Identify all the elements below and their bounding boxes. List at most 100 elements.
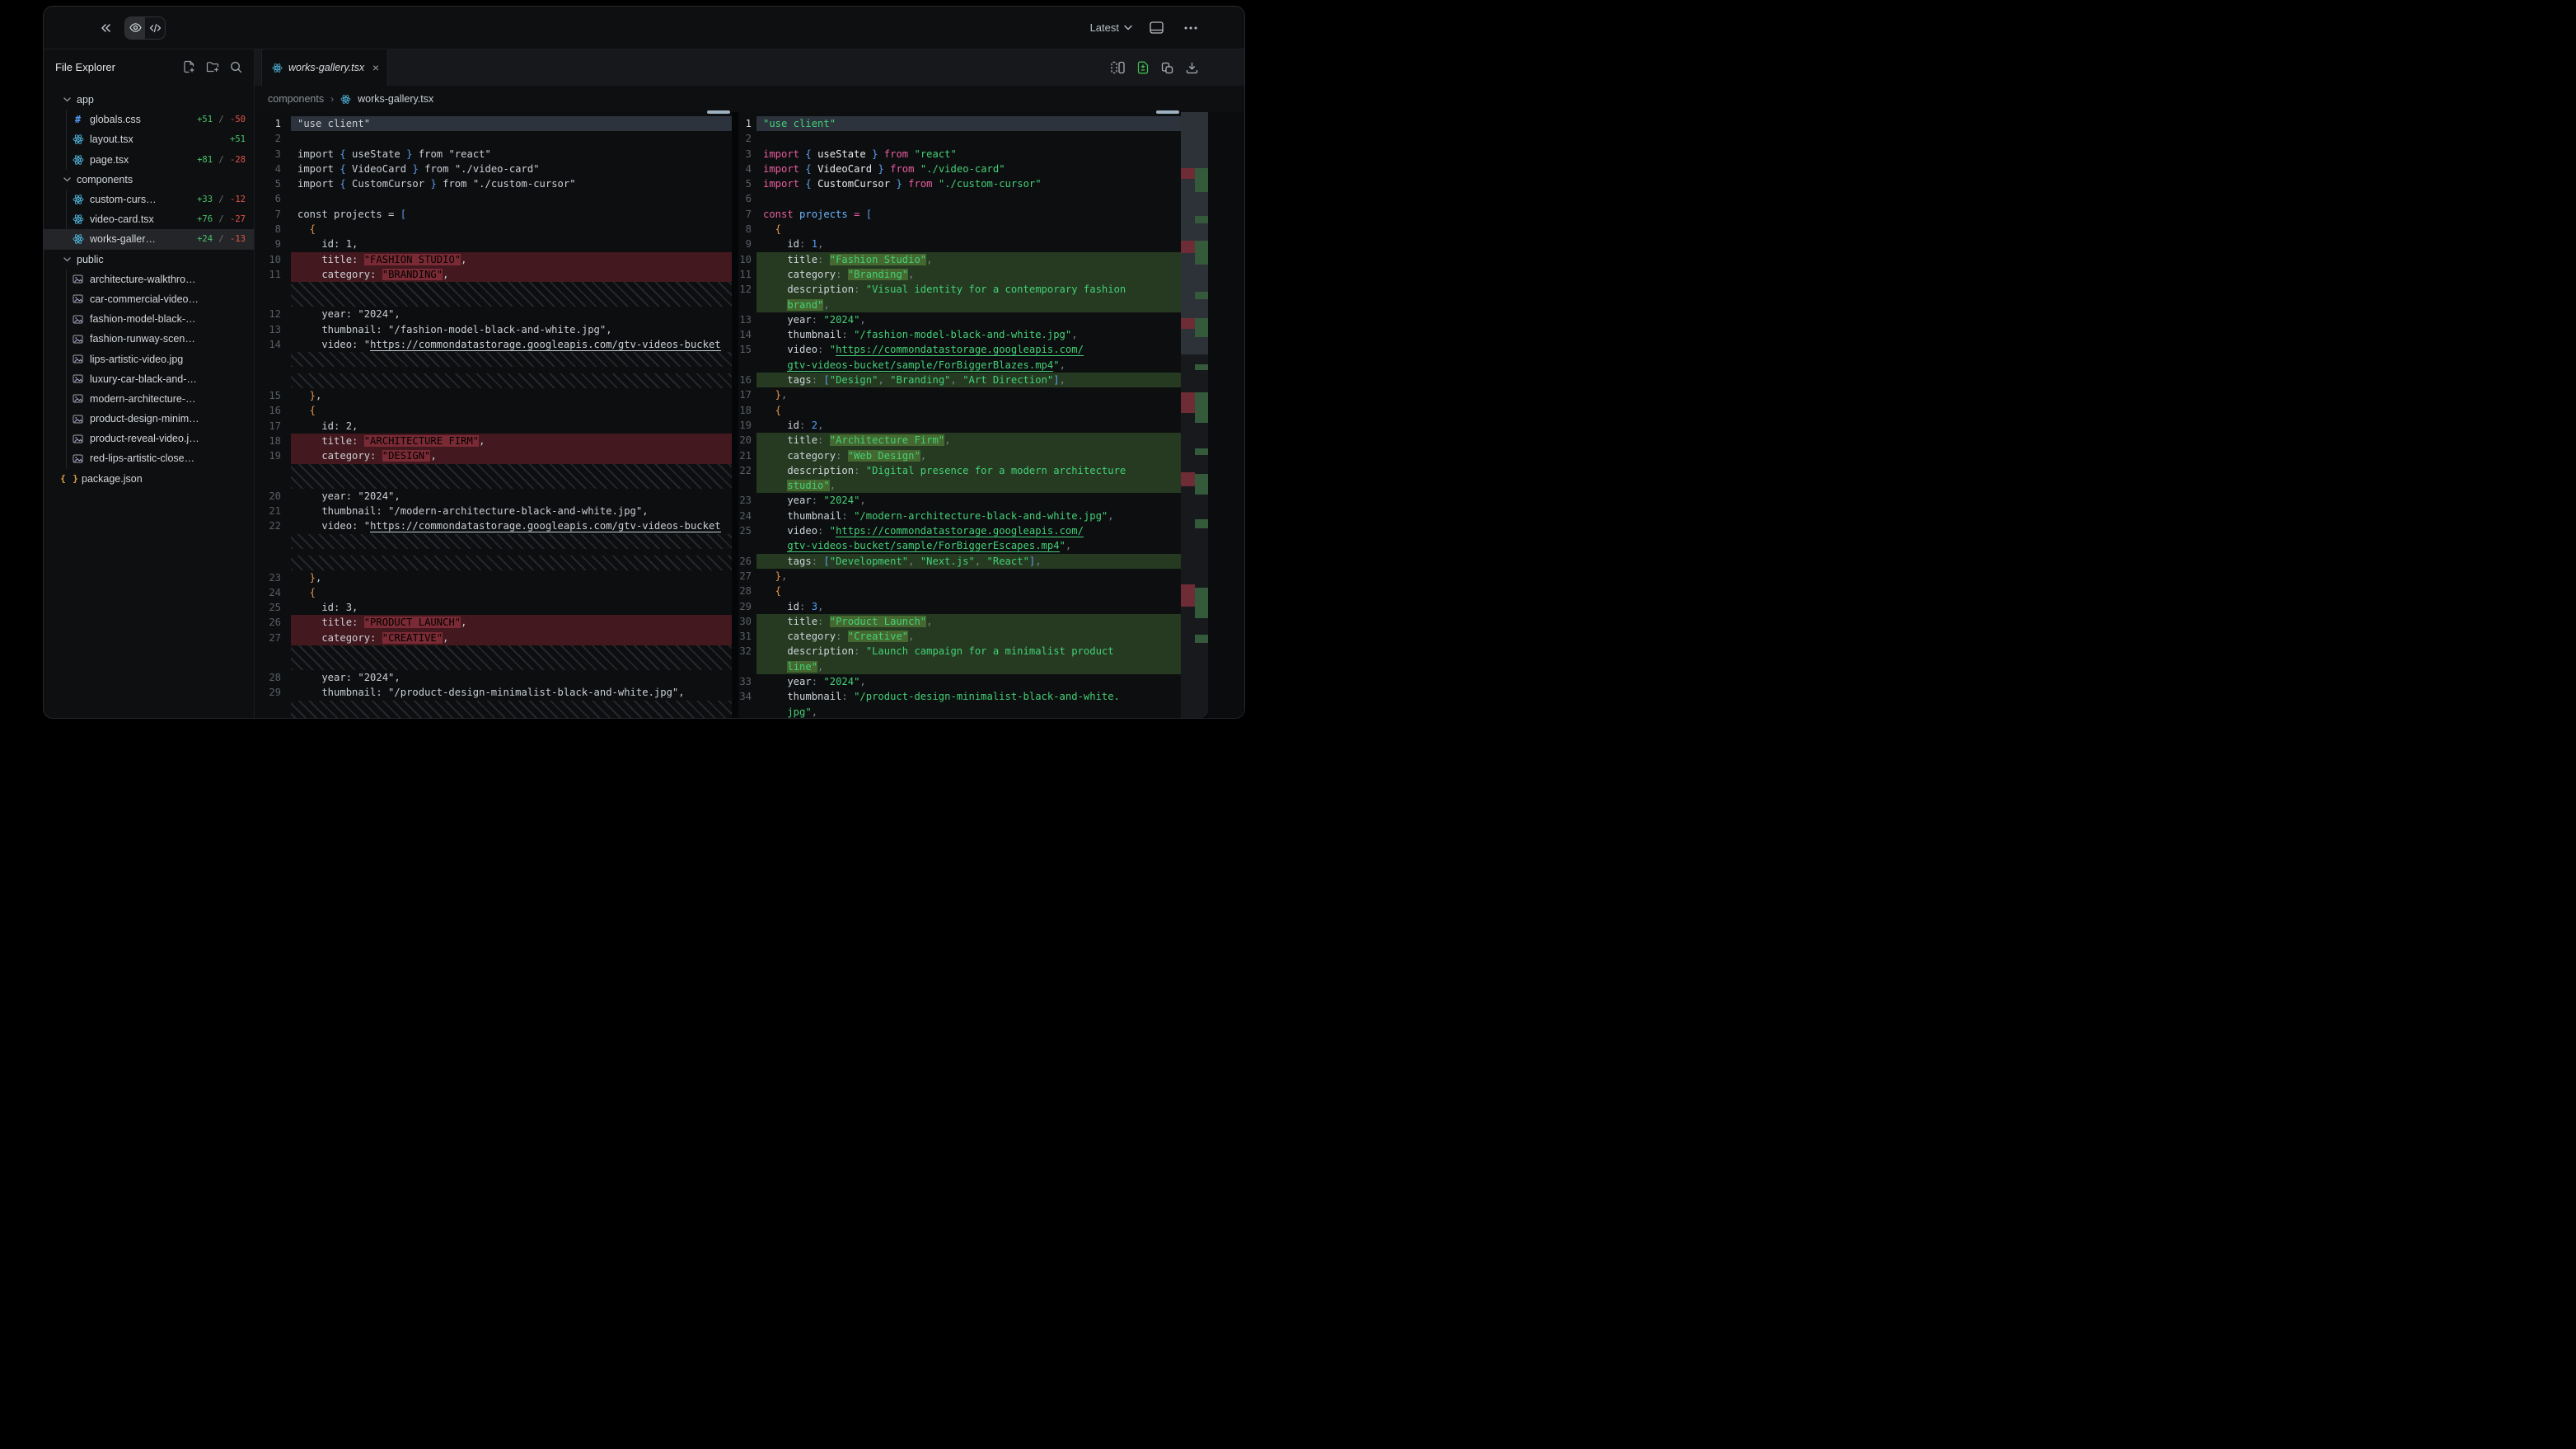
code-line[interactable]: 26 tags: ["Development", "Next.js", "Rea… <box>738 554 1181 569</box>
code-line[interactable]: 24 { <box>255 585 732 600</box>
tree-folder-components[interactable]: components <box>44 170 254 190</box>
tree-item-works-galler[interactable]: works-galler…+24 / -13 <box>44 229 254 249</box>
code-line[interactable]: 13 year: "2024", <box>738 312 1181 327</box>
panel-layout-button[interactable] <box>1145 17 1167 39</box>
split-view-button[interactable] <box>1111 61 1125 74</box>
code-line[interactable]: 23 year: "2024", <box>738 493 1181 508</box>
code-line[interactable]: 28 year: "2024", <box>255 670 732 685</box>
tree-item-package.json[interactable]: { }package.json <box>44 469 254 489</box>
code-line[interactable]: 7const projects = [ <box>255 207 732 222</box>
code-line[interactable]: 1"use client" <box>255 116 732 131</box>
code-line[interactable]: 24 thumbnail: "/modern-architecture-blac… <box>738 509 1181 523</box>
code-line[interactable]: 14 video: "https://commondatastorage.goo… <box>255 337 732 352</box>
diff-pane-old[interactable]: 1"use client"2 3import { useState } from… <box>255 112 732 718</box>
tree-item-fashion-runway-scen[interactable]: fashion-runway-scen… <box>44 329 254 349</box>
code-line[interactable]: 6 <box>738 191 1181 206</box>
code-line[interactable]: 1"use client" <box>738 116 1181 131</box>
code-line[interactable]: 8 { <box>738 222 1181 237</box>
tree-item-lips-artistic-video.jpg[interactable]: lips-artistic-video.jpg <box>44 349 254 368</box>
breadcrumb-file[interactable]: works-gallery.tsx <box>358 93 433 105</box>
code-line[interactable]: 5import { CustomCursor } from "./custom-… <box>255 176 732 191</box>
code-line[interactable]: 4import { VideoCard } from "./video-card… <box>738 162 1181 176</box>
copy-button[interactable] <box>1161 62 1173 74</box>
tree-item-modern-architecture-[interactable]: modern-architecture-… <box>44 389 254 409</box>
tree-item-fashion-model-black-[interactable]: fashion-model-black-… <box>44 309 254 329</box>
code-line[interactable]: 10 title: "Fashion Studio", <box>738 252 1181 267</box>
scrollbar-thumb[interactable] <box>1156 110 1179 114</box>
tree-item-architecture-walkthro[interactable]: architecture-walkthro… <box>44 270 254 289</box>
breadcrumb-folder[interactable]: components <box>268 93 324 105</box>
close-tab-icon[interactable]: × <box>372 62 379 73</box>
code-line[interactable]: 21 thumbnail: "/modern-architecture-blac… <box>255 504 732 518</box>
preview-mode-button[interactable] <box>125 17 145 39</box>
search-button[interactable] <box>230 61 242 73</box>
diff-pane-new[interactable]: 1"use client"2 3import { useState } from… <box>738 112 1181 718</box>
code-line[interactable]: 16 { <box>255 403 732 418</box>
code-line[interactable]: 4import { VideoCard } from "./video-card… <box>255 162 732 176</box>
code-line[interactable]: 19 id: 2, <box>738 418 1181 433</box>
diff-minimap[interactable] <box>1181 112 1208 718</box>
code-line[interactable]: 9 id: 1, <box>738 237 1181 251</box>
code-line[interactable]: 11 category: "Branding", <box>738 267 1181 282</box>
scrollbar-thumb[interactable] <box>707 110 730 114</box>
tab-works-gallery[interactable]: works-gallery.tsx × <box>261 49 388 86</box>
tree-item-custom-curs[interactable]: custom-curs…+33 / -12 <box>44 190 254 209</box>
code-line[interactable]: 26 title: "PRODUCT LAUNCH", <box>255 615 732 630</box>
code-line[interactable]: 13 thumbnail: "/fashion-model-black-and-… <box>255 322 732 337</box>
code-line[interactable]: 29 id: 3, <box>738 599 1181 614</box>
code-line[interactable]: 3import { useState } from "react" <box>738 147 1181 162</box>
code-line[interactable]: 15 }, <box>255 388 732 403</box>
code-line[interactable]: 34 thumbnail: "/product-design-minimalis… <box>738 689 1181 718</box>
tree-item-red-lips-artistic-close[interactable]: red-lips-artistic-close… <box>44 448 254 468</box>
code-line[interactable]: 20 title: "Architecture Firm", <box>738 433 1181 448</box>
code-line[interactable]: 17 }, <box>738 387 1181 402</box>
code-line[interactable]: 25 video: "https://commondatastorage.goo… <box>738 523 1181 554</box>
tree-item-page.tsx[interactable]: page.tsx+81 / -28 <box>44 150 254 170</box>
code-line[interactable]: 27 category: "CREATIVE", <box>255 631 732 645</box>
tree-item-video-card.tsx[interactable]: video-card.tsx+76 / -27 <box>44 209 254 229</box>
code-line[interactable]: 6 <box>255 191 732 206</box>
version-dropdown[interactable]: Latest <box>1090 21 1132 34</box>
code-line[interactable]: 7const projects = [ <box>738 207 1181 222</box>
code-line[interactable]: 16 tags: ["Design", "Branding", "Art Dir… <box>738 373 1181 387</box>
code-line[interactable]: 22 video: "https://commondatastorage.goo… <box>255 518 732 533</box>
code-line[interactable]: 23 }, <box>255 570 732 585</box>
tree-item-globals.css[interactable]: #globals.css+51 / -50 <box>44 110 254 129</box>
diff-view-button[interactable] <box>1137 61 1149 74</box>
code-mode-button[interactable] <box>145 17 165 39</box>
code-line[interactable]: 12 description: "Visual identity for a c… <box>738 282 1181 312</box>
tree-item-layout.tsx[interactable]: layout.tsx+51 <box>44 129 254 149</box>
code-line[interactable]: 19 category: "DESIGN", <box>255 448 732 463</box>
code-line[interactable]: 2 <box>738 131 1181 146</box>
code-line[interactable]: 27 }, <box>738 569 1181 584</box>
code-line[interactable]: 33 year: "2024", <box>738 674 1181 689</box>
tree-item-car-commercial-video[interactable]: car-commercial-video… <box>44 289 254 309</box>
code-line[interactable]: 17 id: 2, <box>255 419 732 434</box>
code-line[interactable]: 22 description: "Digital presence for a … <box>738 463 1181 494</box>
code-line[interactable]: 11 category: "BRANDING", <box>255 267 732 282</box>
code-line[interactable]: 21 category: "Web Design", <box>738 448 1181 463</box>
download-button[interactable] <box>1186 62 1198 74</box>
tree-item-luxury-car-black-and-[interactable]: luxury-car-black-and-… <box>44 369 254 389</box>
code-line[interactable]: 30 title: "Product Launch", <box>738 614 1181 629</box>
code-line[interactable]: 8 { <box>255 222 732 237</box>
code-line[interactable]: 5import { CustomCursor } from "./custom-… <box>738 176 1181 191</box>
code-line[interactable]: 15 video: "https://commondatastorage.goo… <box>738 342 1181 373</box>
tree-item-product-reveal-video.j[interactable]: product-reveal-video.j… <box>44 429 254 448</box>
tree-item-product-design-minim[interactable]: product-design-minim… <box>44 409 254 429</box>
code-line[interactable]: 18 { <box>738 403 1181 418</box>
code-line[interactable]: 20 year: "2024", <box>255 489 732 504</box>
code-line[interactable]: 18 title: "ARCHITECTURE FIRM", <box>255 434 732 448</box>
code-line[interactable]: 32 description: "Launch campaign for a m… <box>738 644 1181 674</box>
code-line[interactable]: 14 thumbnail: "/fashion-model-black-and-… <box>738 327 1181 342</box>
new-folder-button[interactable] <box>206 61 219 73</box>
code-line[interactable]: 25 id: 3, <box>255 600 732 615</box>
code-line[interactable]: 9 id: 1, <box>255 237 732 251</box>
tree-folder-public[interactable]: public <box>44 250 254 270</box>
tree-folder-app[interactable]: app <box>44 90 254 110</box>
code-line[interactable]: 29 thumbnail: "/product-design-minimalis… <box>255 685 732 700</box>
code-line[interactable]: 31 category: "Creative", <box>738 629 1181 644</box>
collapse-sidebar-button[interactable] <box>95 17 116 39</box>
code-line[interactable]: 10 title: "FASHION STUDIO", <box>255 252 732 267</box>
more-options-button[interactable] <box>1180 17 1201 39</box>
